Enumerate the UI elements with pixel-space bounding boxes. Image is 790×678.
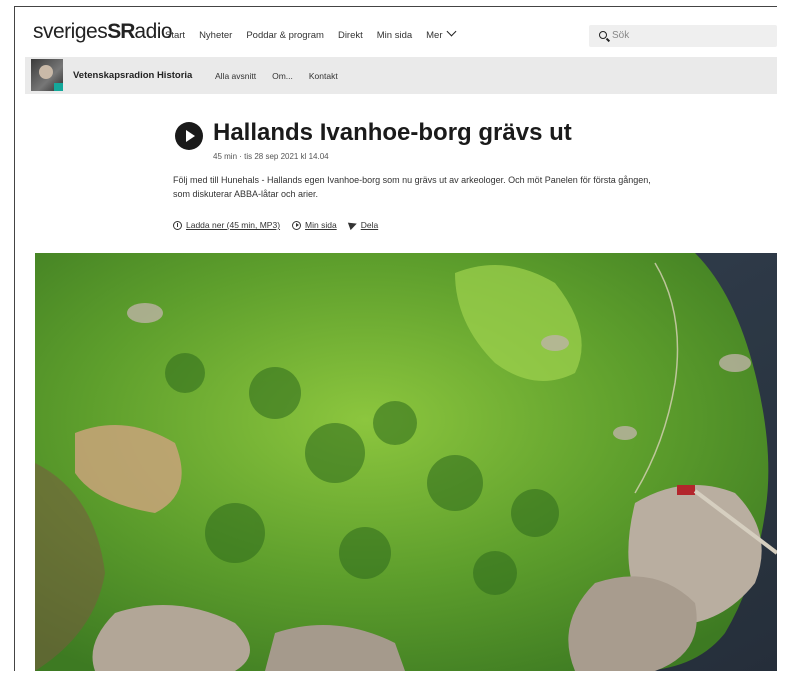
- browser-frame: sverigesSRadio Start Nyheter Poddar & pr…: [14, 6, 777, 671]
- episode-description: Följ med till Hunehals - Hallands egen I…: [173, 175, 651, 199]
- episode-actions: Ladda ner (45 min, MP3) Min sida Dela: [173, 219, 379, 231]
- subnav-kontakt[interactable]: Kontakt: [309, 71, 338, 81]
- episode-title: Hallands Ivanhoe-borg grävs ut: [213, 119, 572, 146]
- program-thumbnail[interactable]: [31, 59, 63, 91]
- site-logo[interactable]: sverigesSRadio: [33, 20, 173, 44]
- download-button[interactable]: Ladda ner (45 min, MP3): [173, 220, 280, 230]
- subnav-alla-avsnitt[interactable]: Alla avsnitt: [215, 71, 256, 81]
- download-label: Ladda ner (45 min, MP3): [186, 220, 281, 230]
- share-label: Dela: [360, 220, 379, 230]
- search-field[interactable]: Sök: [589, 25, 777, 47]
- chevron-down-icon: [446, 26, 456, 37]
- play-small-icon: [292, 220, 302, 230]
- nav-item-poddar[interactable]: Poddar & program: [246, 30, 324, 41]
- nav-item-nyheter[interactable]: Nyheter: [199, 30, 232, 41]
- search-placeholder: Sök: [612, 30, 630, 41]
- aerial-island-photo: [35, 253, 777, 671]
- my-page-button[interactable]: Min sida: [292, 220, 337, 230]
- top-navigation: sverigesSRadio Start Nyheter Poddar & pr…: [15, 7, 777, 57]
- episode-meta: 45 min · tis 28 sep 2021 kl 14.04: [213, 152, 329, 161]
- program-subnav: Vetenskapsradion Historia Alla avsnitt O…: [25, 57, 777, 94]
- nav-item-direkt[interactable]: Direkt: [338, 30, 363, 41]
- share-button[interactable]: Dela: [347, 219, 379, 231]
- episode-card: Hallands Ivanhoe-borg grävs ut 45 min · …: [35, 102, 777, 253]
- download-icon: [173, 220, 182, 230]
- episode-hero-image: [35, 253, 777, 671]
- share-icon: [347, 219, 358, 231]
- search-icon: [599, 31, 607, 39]
- play-icon[interactable]: [175, 122, 203, 150]
- subnav-om[interactable]: Om...: [272, 71, 293, 81]
- nav-item-mer[interactable]: Mer: [426, 26, 456, 41]
- my-page-label: Min sida: [305, 220, 337, 230]
- program-title[interactable]: Vetenskapsradion Historia: [73, 70, 192, 81]
- nav-item-start[interactable]: Start: [165, 30, 185, 41]
- nav-item-min-sida[interactable]: Min sida: [377, 30, 412, 41]
- thumbnail-face: [39, 65, 53, 79]
- thumbnail-badge: [54, 83, 63, 91]
- subnav-links: Alla avsnitt Om... Kontakt: [215, 71, 338, 81]
- main-nav: Start Nyheter Poddar & program Direkt Mi…: [165, 26, 456, 41]
